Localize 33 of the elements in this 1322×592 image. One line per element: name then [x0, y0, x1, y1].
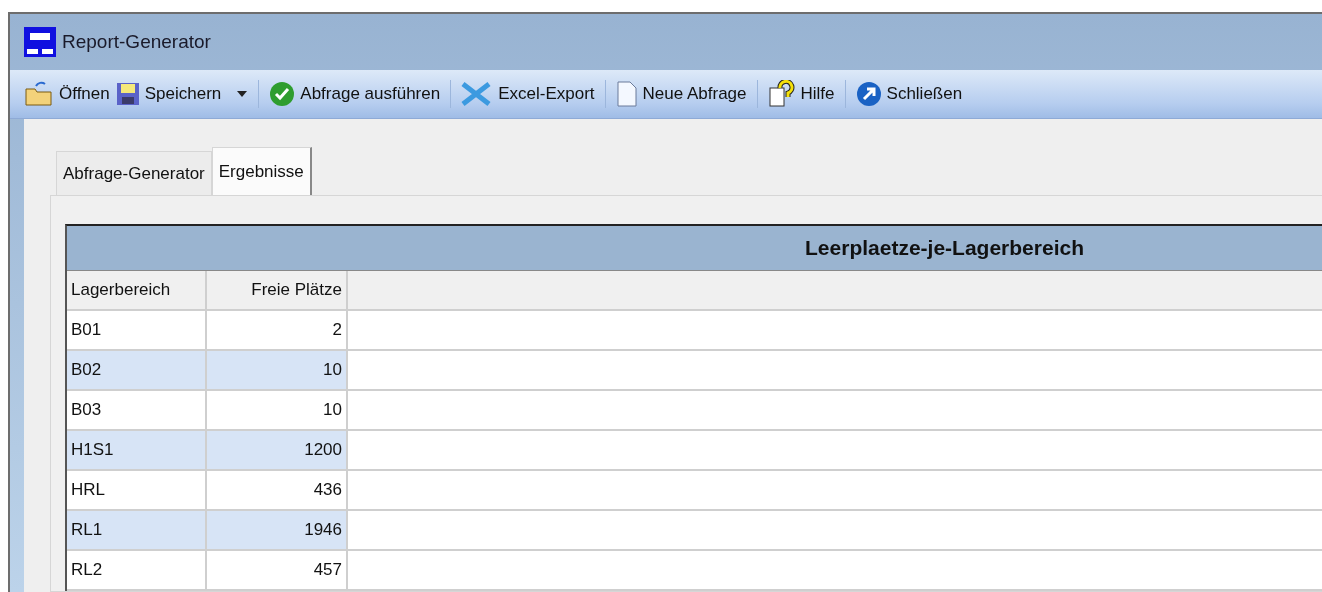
app-icon — [24, 27, 56, 58]
column-header[interactable]: Lagerbereich — [67, 271, 207, 311]
help-icon — [767, 80, 796, 109]
table-cell: 10 — [207, 391, 348, 431]
table-cell: H1S1 — [67, 431, 207, 471]
toolbar-button[interactable]: Excel-Export — [461, 82, 595, 107]
toolbar-button[interactable]: Neue Abfrage — [615, 81, 747, 108]
folder-icon — [24, 81, 54, 108]
tab[interactable]: Abfrage-Generator — [56, 151, 212, 195]
toolbar-button[interactable]: Schließen — [855, 81, 963, 108]
window-title: Report-Generator — [62, 31, 211, 54]
table-cell: B03 — [67, 391, 207, 431]
toolbar-button[interactable]: Hilfe — [767, 80, 835, 109]
table-cell: RL2 — [67, 551, 207, 591]
toolbar-button[interactable]: Öffnen — [24, 81, 110, 108]
tab[interactable]: Ergebnisse — [211, 147, 312, 195]
toolbar-button[interactable]: Abfrage ausführen — [269, 81, 441, 108]
column-header[interactable]: Freie Plätze — [207, 271, 348, 311]
table-cell: RL1 — [67, 511, 207, 551]
table-cell: 10 — [207, 351, 348, 391]
checkmark-icon — [269, 81, 296, 108]
table-cell: B02 — [67, 351, 207, 391]
table-cell: 1946 — [207, 511, 348, 551]
table-cell: 436 — [207, 471, 348, 511]
table-cell: 457 — [207, 551, 348, 591]
table-cell: B01 — [67, 311, 207, 351]
toolbar-button[interactable]: Speichern — [115, 82, 249, 107]
grid-title: Leerplaetze-je-Lagerbereich — [67, 226, 1322, 271]
table-cell: 2 — [207, 311, 348, 351]
caret-icon — [236, 90, 249, 98]
table-cell: HRL — [67, 471, 207, 511]
table-cell: 1200 — [207, 431, 348, 471]
page-icon — [615, 81, 638, 108]
